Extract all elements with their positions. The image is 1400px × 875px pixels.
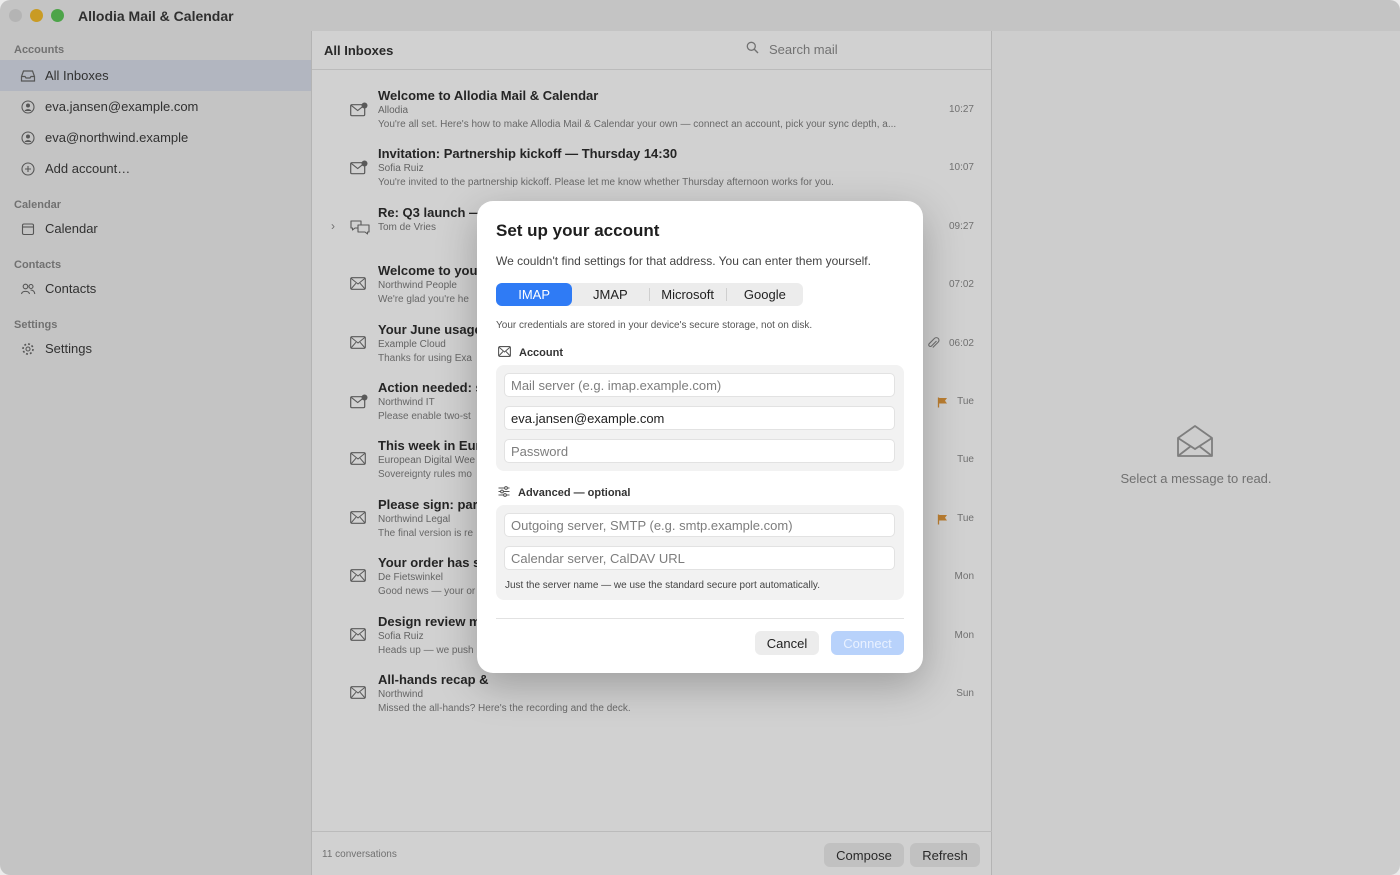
advanced-fields-group: Just the server name — we use the standa…: [496, 505, 904, 600]
connect-button[interactable]: Connect: [831, 631, 904, 655]
smtp-server-input[interactable]: [504, 513, 895, 537]
account-section-label: Account: [498, 346, 563, 360]
protocol-segmented-control: IMAP JMAP Microsoft Google: [496, 283, 803, 306]
sliders-icon: [498, 486, 510, 500]
envelope-icon: [498, 346, 511, 360]
account-fields-group: [496, 365, 904, 471]
dialog-divider: [496, 618, 904, 619]
account-setup-dialog: Set up your account We couldn't find set…: [477, 201, 923, 673]
advanced-section-label: Advanced — optional: [498, 486, 630, 500]
storage-note: Your credentials are stored in your devi…: [496, 320, 813, 331]
mail-server-input[interactable]: [504, 373, 895, 397]
caldav-url-input[interactable]: [504, 546, 895, 570]
advanced-label-text: Advanced — optional: [518, 487, 631, 499]
email-input[interactable]: [504, 406, 895, 430]
tab-imap[interactable]: IMAP: [496, 283, 573, 306]
app-window: Allodia Mail & Calendar Accounts All Inb…: [0, 0, 1400, 875]
dialog-title: Set up your account: [496, 221, 660, 240]
account-label-text: Account: [519, 347, 563, 359]
cancel-button[interactable]: Cancel: [755, 631, 819, 655]
password-input[interactable]: [504, 439, 895, 463]
tab-google[interactable]: Google: [727, 283, 803, 306]
advanced-note: Just the server name — we use the standa…: [505, 580, 820, 591]
tab-jmap[interactable]: JMAP: [572, 283, 648, 306]
dialog-subtitle: We couldn't find settings for that addre…: [496, 254, 871, 268]
tab-microsoft[interactable]: Microsoft: [650, 283, 726, 306]
